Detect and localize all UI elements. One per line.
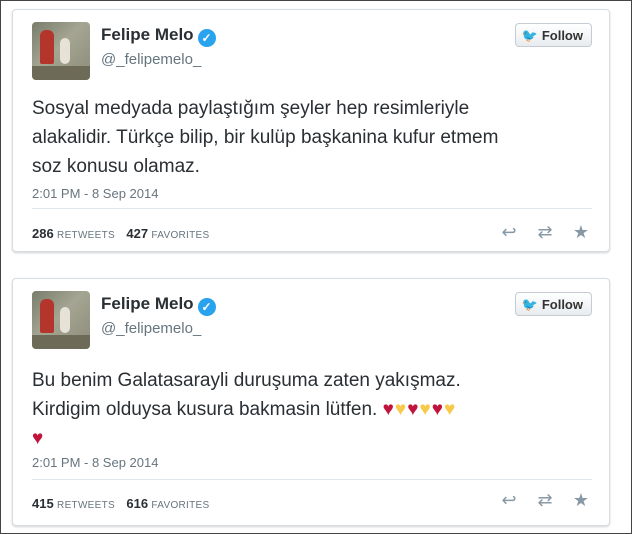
yellow-heart-icon: ♥	[444, 399, 457, 420]
divider	[32, 479, 592, 480]
tweet-text-line-with-hearts: Kirdigim olduysa kusura bakmasin lütfen.…	[32, 395, 592, 424]
display-name[interactable]: Felipe Melo ✓	[101, 25, 216, 47]
avatar-figure	[60, 307, 70, 333]
tweet-stats: 415 RETWEETS 616 FAVORITES	[32, 496, 218, 511]
tweet-text-line: Bu benim Galatasarayli duruşuma zaten ya…	[32, 370, 461, 391]
retweet-count[interactable]: 415	[32, 496, 54, 511]
tweet-text-line: Sosyal medyada paylaştığım şeyler hep re…	[32, 98, 470, 119]
retweet-icon[interactable]: ⇄	[534, 222, 556, 243]
tweet-text-line: soz konusu olamaz.	[32, 156, 200, 177]
favorite-count[interactable]: 427	[126, 226, 148, 241]
twitter-bird-icon: 🐦	[521, 297, 538, 312]
user-handle[interactable]: @_felipemelo_	[101, 320, 201, 337]
avatar-figure	[60, 38, 70, 64]
retweet-label: RETWEETS	[57, 500, 116, 511]
red-heart-icon: ♥	[407, 399, 420, 420]
tweet-actions: ↩ ⇄ ★	[498, 490, 592, 511]
favorite-label: FAVORITES	[151, 500, 210, 511]
heart-emoji-row: ♥♥♥♥♥♥	[383, 399, 457, 420]
red-heart-icon: ♥	[382, 399, 395, 420]
tweet-card: Felipe Melo ✓ @_felipemelo_ 🐦 Follow Bu be…	[12, 278, 610, 526]
avatar-figure	[40, 30, 54, 64]
user-handle[interactable]: @_felipemelo_	[101, 51, 201, 68]
retweet-label: RETWEETS	[57, 230, 116, 241]
follow-button[interactable]: 🐦 Follow	[514, 23, 592, 47]
tweet-stats: 286 RETWEETS 427 FAVORITES	[32, 226, 218, 241]
avatar-figure	[40, 299, 54, 333]
yellow-heart-icon: ♥	[394, 399, 408, 420]
tweet-text-line: Kirdigim olduysa kusura bakmasin lütfen.	[32, 399, 378, 420]
tweet-card: Felipe Melo ✓ @_felipemelo_ 🐦 Follow Sosya…	[12, 9, 610, 252]
reply-icon[interactable]: ↩	[498, 490, 520, 511]
tweet-actions: ↩ ⇄ ★	[498, 222, 592, 243]
retweet-icon[interactable]: ⇄	[534, 490, 556, 511]
favorite-count[interactable]: 616	[126, 496, 148, 511]
heart-emoji-row: ♥	[32, 424, 592, 453]
display-name-text: Felipe Melo	[101, 25, 194, 44]
avatar[interactable]	[32, 22, 90, 80]
avatar-ground	[32, 66, 90, 80]
tweet-text-line: alakalidir. Türkçe bilip, bir kulüp başk…	[32, 127, 499, 148]
follow-button[interactable]: 🐦 Follow	[514, 292, 592, 316]
reply-icon[interactable]: ↩	[498, 222, 520, 243]
display-name[interactable]: Felipe Melo ✓	[101, 294, 216, 316]
tweet-text: Sosyal medyada paylaştığım şeyler hep re…	[32, 94, 592, 181]
verified-badge-icon: ✓	[197, 298, 216, 316]
verified-badge-icon: ✓	[197, 29, 216, 47]
divider	[32, 208, 592, 209]
tweet-text: Bu benim Galatasarayli duruşuma zaten ya…	[32, 366, 592, 453]
tweet-timestamp[interactable]: 2:01 PM - 8 Sep 2014	[32, 455, 158, 470]
retweet-count[interactable]: 286	[32, 226, 54, 241]
follow-label: Follow	[541, 28, 583, 43]
red-heart-icon: ♥	[32, 428, 45, 449]
twitter-bird-icon: 🐦	[521, 28, 538, 43]
favorite-label: FAVORITES	[151, 230, 210, 241]
star-icon[interactable]: ★	[570, 490, 592, 511]
yellow-heart-icon: ♥	[419, 399, 432, 420]
follow-label: Follow	[541, 297, 583, 312]
avatar-ground	[32, 335, 90, 349]
star-icon[interactable]: ★	[570, 222, 592, 243]
display-name-text: Felipe Melo	[101, 294, 194, 313]
tweet-timestamp[interactable]: 2:01 PM - 8 Sep 2014	[32, 186, 158, 201]
red-heart-icon: ♥	[431, 399, 445, 420]
avatar[interactable]	[32, 291, 90, 349]
